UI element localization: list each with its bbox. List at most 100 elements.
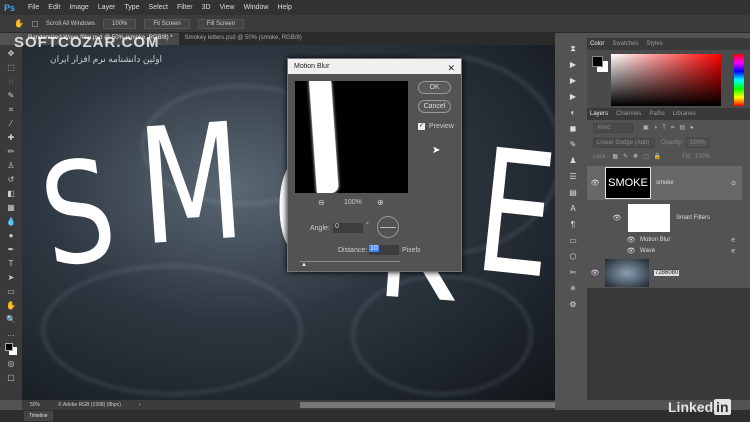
scroll-all-checkbox[interactable] bbox=[32, 20, 38, 27]
layer-name[interactable]: 7286080 bbox=[654, 270, 680, 276]
status-arrow-icon[interactable]: › bbox=[139, 402, 141, 408]
filter-name[interactable]: Motion Blur bbox=[640, 237, 670, 243]
gradient-icon[interactable]: ▦ bbox=[6, 203, 16, 213]
lock-icons[interactable]: ▦✎✥⬚🔒 bbox=[612, 153, 666, 160]
dodge-icon[interactable]: ● bbox=[6, 231, 16, 241]
tab-swatches[interactable]: Swatches bbox=[612, 41, 638, 47]
opacity-input[interactable]: 100% bbox=[686, 138, 710, 148]
cancel-button[interactable]: Cancel bbox=[418, 100, 451, 113]
filter-preview[interactable] bbox=[295, 81, 408, 193]
lasso-icon[interactable]: ◌ bbox=[6, 77, 16, 87]
pen-icon[interactable]: ✒ bbox=[6, 245, 16, 255]
hand-icon[interactable]: ✋ bbox=[14, 19, 24, 29]
preview-checkbox[interactable]: ✓ bbox=[418, 123, 425, 130]
glyph-icon[interactable]: ✳ bbox=[568, 284, 578, 294]
3d-icon[interactable]: ⬡ bbox=[568, 252, 578, 262]
ok-button[interactable]: OK bbox=[418, 81, 451, 94]
menu-image[interactable]: Image bbox=[69, 4, 88, 11]
clone-source-icon[interactable]: ♟ bbox=[568, 156, 578, 166]
zoom-level[interactable]: 50% bbox=[30, 402, 40, 408]
blur-icon[interactable]: 💧 bbox=[6, 217, 16, 227]
stamp-icon[interactable]: ♙ bbox=[6, 161, 16, 171]
paragraph-icon[interactable]: ¶ bbox=[568, 220, 578, 230]
tab-smokey-letters[interactable]: Smokey letters.psd @ 50% (smoke, RGB/8) bbox=[179, 33, 308, 45]
play-icon[interactable]: ▶ bbox=[568, 60, 578, 70]
healing-icon[interactable]: ✚ bbox=[6, 133, 16, 143]
more-tools-icon[interactable]: … bbox=[6, 329, 16, 339]
zoom-100-button[interactable]: 100% bbox=[103, 18, 137, 29]
screen-mode-icon[interactable]: ▢ bbox=[6, 373, 16, 383]
layer-smart-filters[interactable]: 👁 Smart Filters bbox=[587, 203, 742, 233]
timeline-icon[interactable]: ⚙ bbox=[568, 300, 578, 310]
tools-icon[interactable]: ✂ bbox=[568, 268, 578, 278]
zoom-out-icon[interactable]: ⊖ bbox=[318, 198, 325, 207]
distance-slider-thumb[interactable]: ▲ bbox=[301, 262, 307, 268]
brush-preset-icon[interactable]: ✎ bbox=[568, 140, 578, 150]
sliders-icon[interactable]: ☰ bbox=[568, 172, 578, 182]
layer-name[interactable]: smoke bbox=[656, 180, 674, 186]
quick-mask-icon[interactable]: ◎ bbox=[6, 359, 16, 369]
shape-icon[interactable]: ▭ bbox=[6, 287, 16, 297]
notes-icon[interactable]: ▭ bbox=[568, 236, 578, 246]
menu-edit[interactable]: Edit bbox=[48, 4, 60, 11]
filter-kind[interactable]: Kind bbox=[593, 123, 633, 133]
blend-mode-select[interactable]: Linear Dodge (Add) bbox=[593, 138, 655, 148]
layer-filter[interactable]: Kind ▣◑T⌗▤● bbox=[593, 123, 748, 133]
close-icon[interactable]: ✕ bbox=[447, 63, 455, 73]
crop-icon[interactable]: ⌗ bbox=[6, 105, 16, 115]
tab-color[interactable]: Color bbox=[590, 41, 604, 47]
color-swatches[interactable] bbox=[5, 343, 17, 355]
tab-layers[interactable]: Layers bbox=[590, 111, 608, 117]
marquee-icon[interactable]: ⬚ bbox=[6, 63, 16, 73]
play-icon[interactable]: ▶ bbox=[568, 92, 578, 102]
filter-icons[interactable]: ▣◑T⌗▤● bbox=[643, 124, 699, 132]
fill-screen-button[interactable]: Fill Screen bbox=[197, 18, 245, 29]
layer-background-image[interactable]: 👁 7286080 bbox=[587, 258, 742, 288]
history-brush-icon[interactable]: ↺ bbox=[6, 175, 16, 185]
filter-motion-blur[interactable]: 👁 Motion Blur ⚟ bbox=[587, 236, 742, 244]
layer-smoke[interactable]: 👁 SMOKE smoke ⊙ bbox=[587, 166, 742, 200]
play-icon[interactable]: ▶ bbox=[568, 76, 578, 86]
tab-libraries[interactable]: Libraries bbox=[673, 111, 696, 117]
angle-dial[interactable] bbox=[377, 216, 399, 238]
history-icon[interactable]: ⧗ bbox=[568, 44, 578, 54]
styles-icon[interactable]: ◼ bbox=[568, 124, 578, 134]
properties-icon[interactable]: ▤ bbox=[568, 188, 578, 198]
adjustments-icon[interactable]: ◐ bbox=[568, 108, 578, 118]
eraser-icon[interactable]: ◧ bbox=[6, 189, 16, 199]
path-select-icon[interactable]: ➤ bbox=[6, 273, 16, 283]
visibility-eye-icon[interactable]: 👁 bbox=[611, 214, 623, 222]
menu-filter[interactable]: Filter bbox=[177, 4, 193, 11]
menu-help[interactable]: Help bbox=[277, 4, 291, 11]
brush-icon[interactable]: ✏ bbox=[6, 147, 16, 157]
hand-tool-icon[interactable]: ✋ bbox=[6, 301, 16, 311]
tab-paths[interactable]: Paths bbox=[649, 111, 664, 117]
fit-screen-button[interactable]: Fit Screen bbox=[144, 18, 190, 29]
visibility-eye-icon[interactable]: 👁 bbox=[625, 247, 637, 255]
angle-input[interactable]: 0 bbox=[333, 223, 363, 233]
document-profile[interactable]: © Adobe RGB (1998) (8bpc) bbox=[58, 402, 121, 408]
menu-type[interactable]: Type bbox=[124, 4, 139, 11]
distance-slider-track[interactable] bbox=[300, 261, 400, 262]
filter-wave[interactable]: 👁 Wave ⚟ bbox=[587, 247, 742, 255]
menu-window[interactable]: Window bbox=[244, 4, 269, 11]
character-icon[interactable]: A bbox=[568, 204, 578, 214]
hue-slider[interactable] bbox=[734, 54, 744, 106]
tab-channels[interactable]: Channels bbox=[616, 111, 641, 117]
menu-view[interactable]: View bbox=[220, 4, 235, 11]
distance-input[interactable]: 10 bbox=[369, 245, 399, 255]
type-icon[interactable]: T bbox=[6, 259, 16, 269]
visibility-eye-icon[interactable]: 👁 bbox=[625, 236, 637, 244]
eyedropper-icon[interactable]: ⁄ bbox=[6, 119, 16, 129]
horizontal-scrollbar[interactable] bbox=[300, 402, 555, 408]
filter-name[interactable]: Wave bbox=[640, 248, 655, 254]
timeline-tab[interactable]: Timeline bbox=[24, 411, 53, 421]
tab-styles[interactable]: Styles bbox=[646, 41, 662, 47]
zoom-icon[interactable]: 🔍 bbox=[6, 315, 16, 325]
quick-select-icon[interactable]: ✎ bbox=[6, 91, 16, 101]
visibility-eye-icon[interactable]: 👁 bbox=[589, 269, 601, 277]
fill-input[interactable]: 100% bbox=[695, 154, 710, 160]
visibility-eye-icon[interactable]: 👁 bbox=[589, 179, 601, 187]
zoom-in-icon[interactable]: ⊕ bbox=[377, 198, 384, 207]
filter-options-icon[interactable]: ⚟ bbox=[731, 237, 736, 244]
